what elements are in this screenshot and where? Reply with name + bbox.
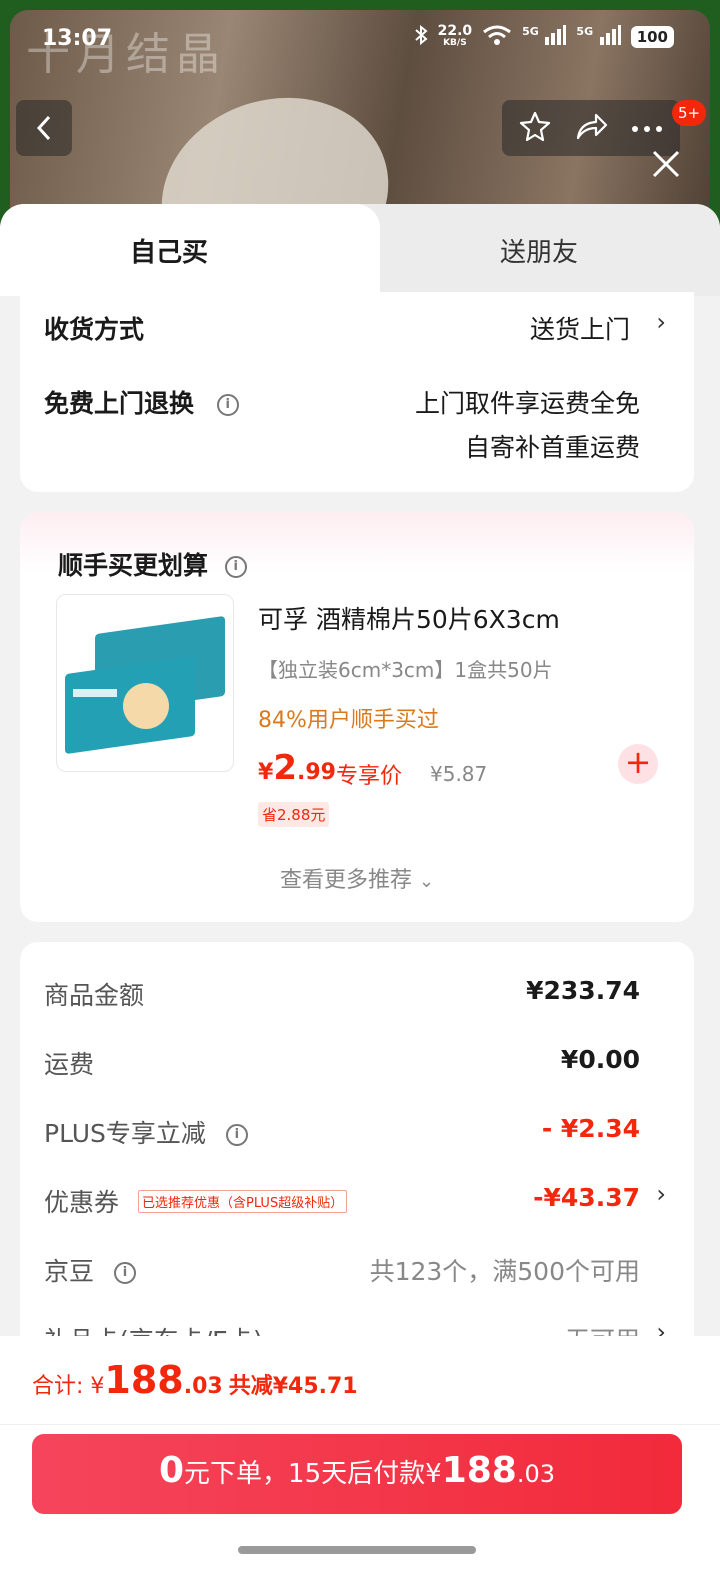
free-return-line1: 上门取件享运费全免 [414,389,640,418]
info-icon[interactable]: i [224,556,247,578]
wifi-icon [482,24,512,50]
delivery-label: 收货方式 [44,315,145,344]
more-dots-icon [631,125,662,132]
tab-self-buy[interactable]: 自己买 [130,232,208,269]
plus-discount-label: PLUS专享立减 [44,1119,206,1148]
product-tag: 84%用户顺手买过 [258,708,439,733]
total-dec: .03 [183,1374,223,1399]
share-button[interactable] [574,111,608,145]
status-time: 13:07 [42,26,113,51]
favorite-button[interactable] [519,110,551,146]
product-spec: 【独立装6cm*3cm】1盒共50片 [258,658,553,682]
purchase-tabs: 自己买 送朋友 [0,204,720,296]
original-price: ¥5.87 [430,762,488,786]
coupon-label: 优惠券 [44,1188,120,1217]
plus-discount-value: - ¥2.34 [541,1114,640,1143]
jingdou-label-wrap: 京豆 i [44,1252,136,1288]
jingdou-value: 共123个，满500个可用 [369,1257,640,1286]
price-label: 专享价 [336,764,403,789]
share-icon [576,113,608,140]
btn-int: 188 [441,1450,517,1491]
delivery-card: 收货方式 送货上门 › 免费上门退换 i 上门取件享运费全免 自寄补首重运费 [20,292,694,492]
notification-badge: 5+ [672,100,706,126]
free-return-label-wrap: 免费上门退换 i [44,384,239,420]
total-label: 合计: [32,1374,91,1399]
product-name[interactable]: 可孚 酒精棉片50片6X3cm [258,600,560,636]
signal-icon-1: 5G [522,25,567,49]
thumb-label [73,689,117,697]
status-icons: 22.0 KB/S 5G 5G 100 [414,24,674,50]
add-to-order-button[interactable]: + [618,744,658,784]
tab-gift-friend[interactable]: 送朋友 [500,232,578,269]
summary-card: 商品金额 ¥233.74 运费 ¥0.00 PLUS专享立减 i - ¥2.34… [20,942,694,1402]
chevron-down-icon: ⌄ [418,871,435,892]
coupon-tag: 已选推荐优惠（含PLUS超级补贴） [138,1190,348,1213]
addon-title-wrap: 顺手买更划算 i [58,546,247,582]
jingdou-label: 京豆 [44,1257,95,1286]
goods-amount-value: ¥233.74 [526,976,640,1005]
thumb-bear [123,683,169,729]
more-button[interactable] [631,119,663,138]
info-icon[interactable]: i [216,394,239,416]
more-recommendations[interactable]: 查看更多推荐 ⌄ [20,862,694,894]
bluetooth-icon [414,24,428,49]
net-speed: 22.0 KB/S [437,23,473,48]
save-badge: 省2.88元 [258,802,330,827]
coupon-value[interactable]: -¥43.37 [533,1183,640,1212]
free-return-line2: 自寄补首重运费 [464,433,640,462]
home-indicator[interactable] [238,1546,476,1554]
close-button[interactable] [648,146,684,182]
back-button[interactable] [16,100,72,156]
more-rec-label: 查看更多推荐 [279,868,412,893]
chevron-left-icon [36,115,51,141]
signal-icon-2: 5G [576,25,621,49]
addon-title: 顺手买更划算 [58,551,209,580]
product-thumbnail[interactable] [56,594,234,772]
pay-later-order-button[interactable]: 0 元下单，15天后付款¥ 188.03 [32,1434,682,1514]
star-icon [520,111,551,142]
product-price: ¥2.99 [258,748,336,788]
close-icon [652,150,680,178]
btn-text: 元下单，15天后付款¥ [184,1459,442,1489]
delivery-value[interactable]: 送货上门 [530,310,630,346]
btn-dec: .03 [516,1460,556,1488]
total-save: 共减¥45.71 [228,1374,358,1399]
total-int: 188 [104,1358,184,1402]
info-icon[interactable]: i [113,1262,136,1284]
shipping-value: ¥0.00 [560,1045,640,1074]
total-yen: ¥ [90,1374,105,1399]
total-line: 合计: ¥188.03 共减¥45.71 [32,1358,358,1402]
plus-discount-label-wrap: PLUS专享立减 i [44,1114,248,1150]
battery-icon: 100 [630,26,674,48]
free-return-label: 免费上门退换 [44,389,195,418]
chevron-right-icon[interactable]: › [656,1180,666,1208]
info-icon[interactable]: i [225,1124,248,1146]
addon-card: 顺手买更划算 i 可孚 酒精棉片50片6X3cm 【独立装6cm*3cm】1盒共… [20,512,694,922]
shipping-label: 运费 [44,1050,95,1079]
chevron-right-icon[interactable]: › [656,308,666,336]
divider [0,1424,720,1425]
btn-zero: 0 [158,1450,185,1491]
goods-amount-label: 商品金额 [44,981,145,1010]
